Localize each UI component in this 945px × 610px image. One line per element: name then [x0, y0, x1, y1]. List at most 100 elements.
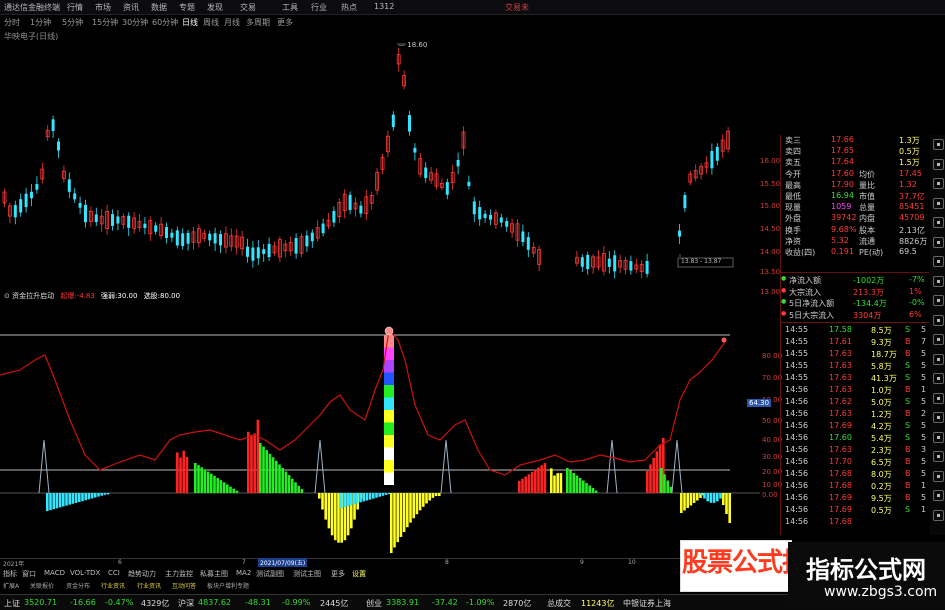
tick-row: 14:56 17.63 1.0万 B 1 — [785, 385, 927, 395]
histogram-bar — [683, 493, 686, 511]
side-tool-icon[interactable]: ▪ — [933, 275, 944, 287]
side-tool-icon[interactable]: ▪ — [933, 256, 944, 267]
side-tool-icon[interactable]: ▪ — [933, 178, 944, 189]
side-tool-icon[interactable]: ▪ — [933, 470, 944, 482]
menu-tools[interactable]: 工具 — [282, 2, 298, 13]
period-daily[interactable]: 日线 — [182, 17, 198, 28]
menu-topics[interactable]: 专题 — [179, 2, 195, 13]
period-15min[interactable]: 15分钟 — [92, 17, 118, 28]
side-tool-icon[interactable]: ▪ — [933, 353, 944, 365]
histogram-bar — [318, 493, 321, 499]
candle-body — [305, 235, 309, 247]
histogram-bar — [235, 490, 239, 493]
side-tool-icon[interactable]: ▪ — [933, 373, 944, 384]
watermark-url: www.zbgs3.com — [824, 584, 938, 600]
side-tool-icon[interactable]: ▪ — [933, 158, 944, 170]
side-tool-icon[interactable]: ▪ — [933, 139, 944, 150]
histogram-bar — [365, 493, 369, 501]
side-tool-icon[interactable]: ▪ — [933, 412, 944, 423]
side-tool-icon[interactable]: ▪ — [933, 295, 944, 306]
menu-quotes[interactable]: 行情 — [67, 2, 83, 13]
side-tool-icon[interactable]: ▪ — [933, 451, 944, 462]
rainbow-segment — [384, 372, 394, 385]
candle-body — [13, 205, 17, 218]
ext-tab-qa[interactable]: 互动问答 — [172, 581, 196, 590]
histogram-bar — [219, 480, 223, 493]
tab-cci[interactable]: CCI — [108, 569, 120, 577]
period-more[interactable]: 更多 — [277, 17, 293, 28]
tab-more[interactable]: 更多 — [331, 569, 345, 579]
period-timeshare[interactable]: 分时 — [4, 17, 20, 28]
price-axis: 16.00 15.50 15.00 14.50 14.00 13.50 13.0… — [760, 157, 781, 296]
candle-body — [57, 141, 60, 151]
tab-ma2[interactable]: MA2 — [236, 569, 251, 577]
menu-news[interactable]: 资讯 — [123, 2, 139, 13]
tab-window[interactable]: 窗口 — [22, 569, 36, 579]
period-weekly[interactable]: 周线 — [203, 17, 219, 28]
ext-tab-industry[interactable]: 行业资讯 — [101, 581, 125, 590]
trade-status[interactable]: 交易未 — [505, 2, 529, 13]
histogram-bar — [275, 460, 278, 493]
period-multi[interactable]: 多周期 — [246, 17, 270, 28]
side-tool-icon[interactable]: ▪ — [933, 197, 944, 209]
histogram-bar — [655, 451, 659, 493]
histogram-bar — [591, 488, 595, 493]
period-60min[interactable]: 60分钟 — [152, 17, 178, 28]
side-tool-icon[interactable]: ▪ — [933, 334, 944, 345]
period-monthly[interactable]: 月线 — [224, 17, 240, 28]
candle-body — [116, 216, 120, 224]
side-tool-icon[interactable]: ▪ — [933, 490, 944, 501]
rainbow-segment — [384, 447, 394, 460]
tab-monitor[interactable]: 主力监控 — [165, 569, 193, 579]
histogram-bar — [559, 473, 563, 493]
histogram-bar — [100, 493, 103, 496]
tab-macd[interactable]: MACD — [44, 569, 65, 577]
candle-body — [267, 243, 271, 258]
histogram-bar — [213, 475, 216, 493]
histogram-bar — [232, 488, 235, 493]
ext-tab-funds[interactable]: 资金分布 — [66, 581, 90, 590]
tab-test-main[interactable]: 测试主图 — [293, 569, 321, 579]
tick-row: 14:55 17.61 9.3万 B 7 — [785, 337, 927, 347]
menu-data[interactable]: 数据 — [151, 2, 167, 13]
ext-tab-a[interactable]: 扩展A — [3, 581, 19, 590]
histogram-bar — [703, 493, 706, 499]
tab-settings[interactable]: 设置 — [352, 569, 366, 579]
tab-test-sub[interactable]: 测试副图 — [256, 569, 284, 579]
menu-discover[interactable]: 发现 — [207, 2, 223, 13]
side-tool-icon[interactable]: ▪ — [933, 392, 944, 404]
candle-body — [505, 221, 509, 227]
period-1min[interactable]: 1分钟 — [30, 17, 51, 28]
signal-spike — [671, 439, 683, 494]
candle-body — [111, 214, 114, 226]
period-30min[interactable]: 30分钟 — [122, 17, 148, 28]
side-tool-icon[interactable]: ▪ — [933, 509, 944, 521]
tab-trend[interactable]: 趋势动力 — [128, 569, 156, 579]
menu-industry[interactable]: 行业 — [311, 2, 327, 13]
tab-indicator[interactable]: 指标 — [3, 569, 17, 579]
ext-tab-quote[interactable]: 关联报价 — [30, 581, 54, 590]
candle-body — [456, 159, 460, 167]
histogram-bar — [550, 468, 553, 493]
histogram-bar — [700, 493, 703, 495]
ext-tab-special[interactable]: 板块户增利专题 — [207, 581, 249, 590]
side-tool-icon[interactable]: ▪ — [933, 236, 944, 248]
histogram-bar — [652, 457, 655, 493]
histogram-bar — [262, 446, 265, 493]
menu-market[interactable]: 市场 — [95, 2, 111, 13]
side-tool-icon[interactable]: ▪ — [933, 217, 944, 228]
menu-trade[interactable]: 交易 — [240, 2, 256, 13]
tab-private[interactable]: 私募主图 — [200, 569, 228, 579]
histogram-bar — [425, 493, 428, 504]
side-tool-icon[interactable]: ▪ — [933, 431, 944, 443]
ext-tab-industry-2[interactable]: 行业资讯 — [137, 581, 161, 590]
menu-hot[interactable]: 热点 — [341, 2, 357, 13]
histogram-bar — [362, 493, 365, 502]
tab-vol[interactable]: VOL-TDX — [70, 569, 100, 577]
candle-body — [715, 146, 719, 161]
histogram-bar — [722, 493, 725, 505]
period-5min[interactable]: 5分钟 — [62, 17, 83, 28]
menu-code[interactable]: 1312 — [374, 2, 394, 11]
side-tool-icon[interactable]: ▪ — [933, 314, 944, 326]
side-toolbar[interactable]: ▪ ▪ ▪ ▪ ▪ ▪ ▪ ▪ ▪ ▪ ▪ ▪ ▪ ▪ ▪ ▪ ▪ ▪ ▪ ▪ — [930, 135, 945, 535]
